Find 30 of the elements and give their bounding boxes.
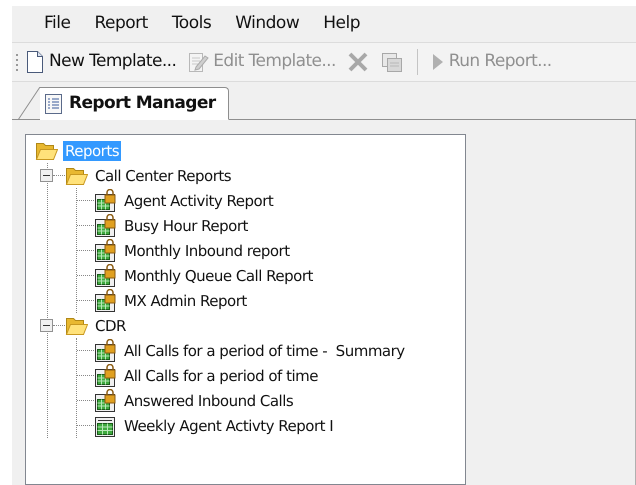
tree-item-label[interactable]: Answered Inbound Calls <box>122 390 296 410</box>
menu-item[interactable]: Report <box>84 9 158 39</box>
report-lock-icon <box>94 264 117 288</box>
tree-item-label[interactable]: Agent Activity Report <box>122 190 276 210</box>
report-lock-icon <box>94 238 117 262</box>
tree-item-label[interactable]: Busy Hour Report <box>122 216 250 236</box>
report-lock-icon <box>94 214 117 238</box>
tree-item-label[interactable]: Call Center Reports <box>93 166 234 186</box>
tree-item-label[interactable]: Monthly Inbound report <box>122 240 292 260</box>
menu-item[interactable]: File <box>34 9 80 39</box>
tree-item-label[interactable]: All Calls for a period of time - Summary <box>122 340 407 360</box>
tree-item-label[interactable]: All Calls for a period of time <box>122 366 320 386</box>
collapse-icon[interactable] <box>40 319 53 332</box>
tree-item-label[interactable]: CDR <box>93 316 128 336</box>
menu-item[interactable]: Help <box>313 9 370 39</box>
list-document-icon <box>44 92 63 114</box>
tab[interactable]: Report Manager <box>40 87 229 120</box>
tree-item-label[interactable]: Weekly Agent Activty Report I <box>122 416 336 436</box>
collapse-icon[interactable] <box>40 169 53 182</box>
tree-item-label[interactable]: MX Admin Report <box>122 290 249 310</box>
toolbar-separator <box>416 49 418 75</box>
tree-item-label[interactable]: Monthly Queue Call Report <box>122 266 315 286</box>
report-lock-icon <box>94 188 117 212</box>
report-lock-icon <box>94 364 117 388</box>
toolbar-new-button[interactable]: New Template... <box>21 46 180 78</box>
report-lock-icon <box>94 288 117 312</box>
menu-item[interactable]: Window <box>225 9 310 39</box>
report-lock-icon <box>94 388 117 412</box>
report-lock-icon <box>94 338 117 362</box>
menu-item[interactable]: Tools <box>162 9 222 39</box>
